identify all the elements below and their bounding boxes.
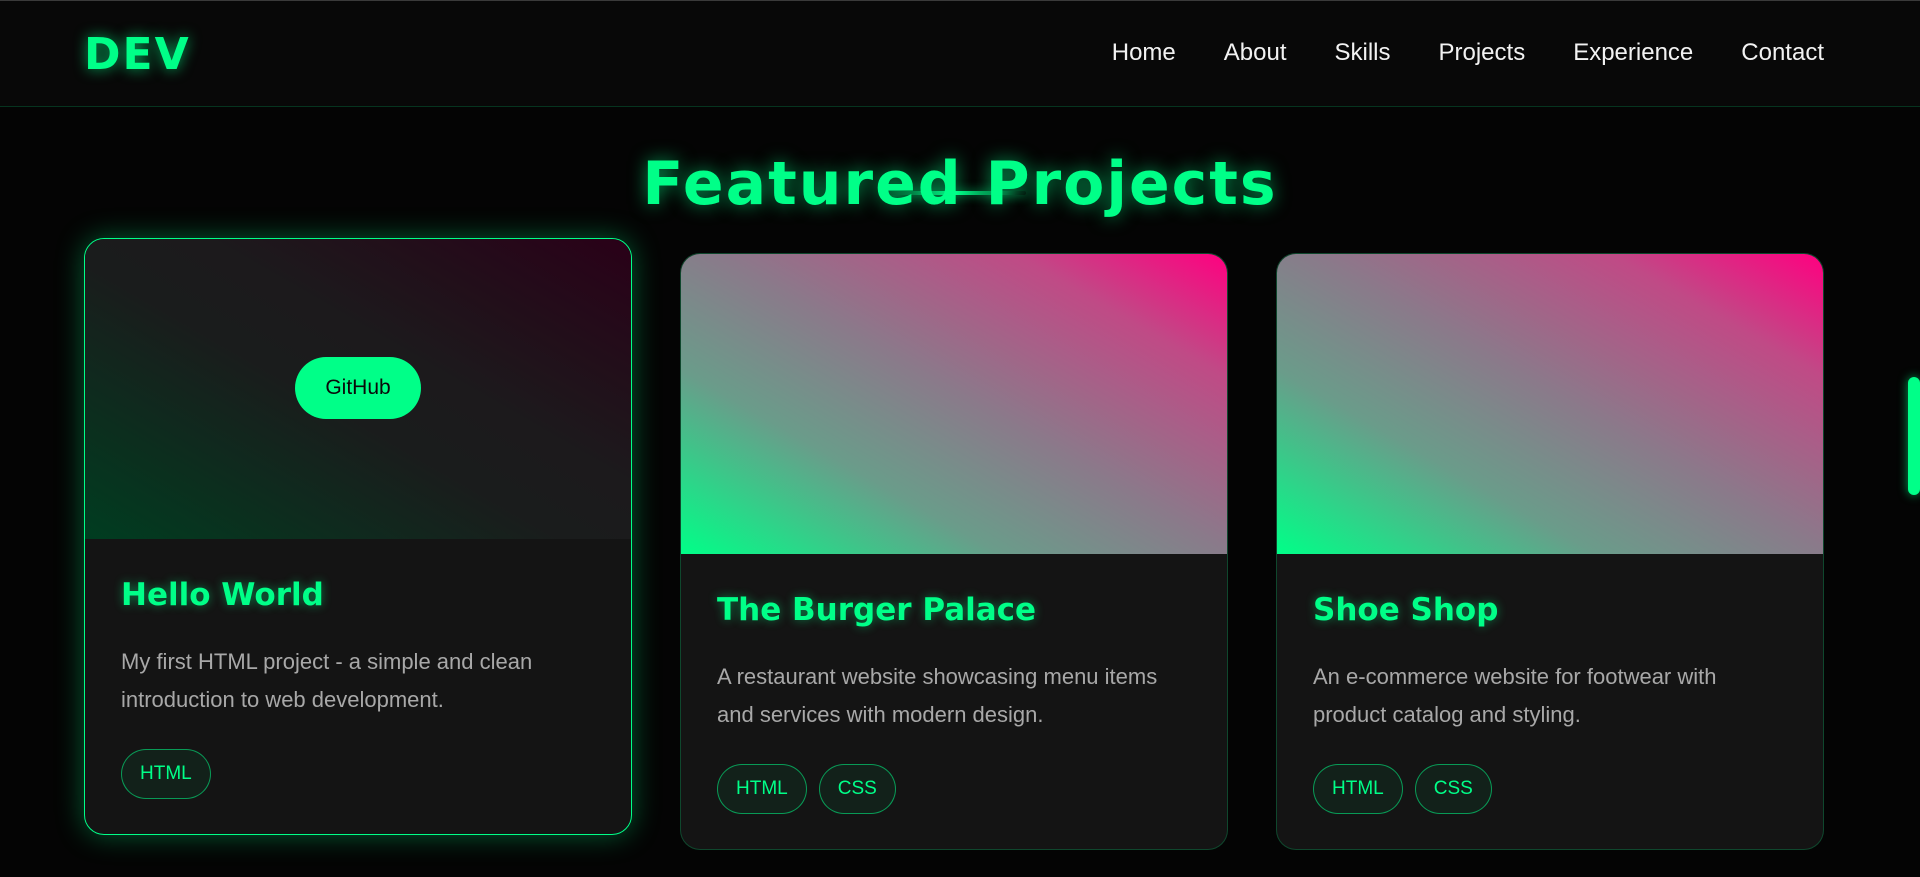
tech-tag: HTML: [1313, 764, 1403, 814]
projects-section: Featured Projects GitHub Hello World My …: [0, 107, 1920, 877]
project-description: A restaurant website showcasing menu ite…: [717, 664, 1158, 727]
section-title: Featured Projects: [642, 148, 1278, 219]
scrollbar-thumb[interactable]: [1908, 377, 1920, 495]
navbar: DEV Home About Skills Projects Experienc…: [0, 1, 1920, 107]
project-image: GitHub: [85, 239, 631, 539]
project-card-hello-world[interactable]: GitHub Hello World My first HTML project…: [84, 238, 632, 835]
nav-link-about[interactable]: About: [1224, 39, 1287, 67]
project-title: The Burger Palace: [717, 592, 1037, 628]
nav-link-skills[interactable]: Skills: [1334, 39, 1390, 67]
project-card-body: Hello World My first HTML project - a si…: [121, 575, 595, 719]
tech-tag: CSS: [818, 764, 896, 814]
project-card-body: Shoe Shop An e-commerce website for foot…: [1313, 590, 1787, 734]
nav-menu: Home About Skills Projects Experience Co…: [1112, 39, 1824, 67]
project-tags: HTML: [121, 749, 211, 799]
project-tags: HTML CSS: [1313, 764, 1492, 814]
nav-link-contact[interactable]: Contact: [1741, 39, 1824, 67]
project-description: An e-commerce website for footwear with …: [1313, 664, 1717, 727]
project-image: [681, 254, 1227, 554]
project-title: Shoe Shop: [1313, 592, 1499, 628]
tech-tag: CSS: [1414, 764, 1492, 814]
nav-link-experience[interactable]: Experience: [1573, 39, 1693, 67]
project-card-shoe-shop[interactable]: Shoe Shop An e-commerce website for foot…: [1276, 253, 1824, 850]
project-description: My first HTML project - a simple and cle…: [121, 649, 533, 712]
nav-link-home[interactable]: Home: [1112, 39, 1176, 67]
github-button[interactable]: GitHub: [295, 357, 421, 419]
project-card-body: The Burger Palace A restaurant website s…: [717, 590, 1191, 734]
tech-tag: HTML: [121, 749, 211, 799]
tech-tag: HTML: [717, 764, 807, 814]
nav-link-projects[interactable]: Projects: [1439, 39, 1526, 67]
logo[interactable]: DEV: [84, 29, 191, 80]
project-tags: HTML CSS: [717, 764, 896, 814]
title-underline: [886, 191, 1026, 195]
project-card-burger-palace[interactable]: The Burger Palace A restaurant website s…: [680, 253, 1228, 850]
project-image: [1277, 254, 1823, 554]
project-title: Hello World: [121, 577, 324, 613]
